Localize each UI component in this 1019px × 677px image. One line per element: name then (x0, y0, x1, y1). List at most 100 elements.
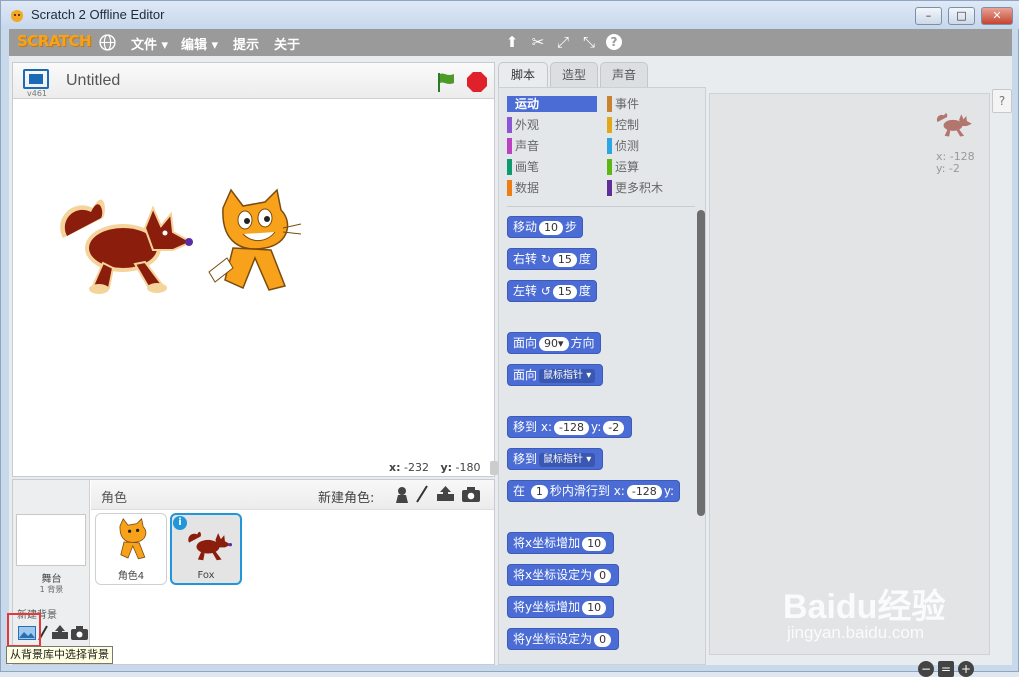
menu-edit[interactable]: 编辑 ▾ (181, 34, 218, 53)
block-goto-xy[interactable]: 移到 x: -128 y: -2 (507, 416, 633, 438)
scripts-area[interactable]: x: -128 y: -2 − = + (709, 93, 990, 677)
upload-sprite-icon[interactable] (436, 486, 455, 502)
block-move[interactable]: 移动 10 步 (507, 216, 584, 238)
cat-thumbnail (119, 518, 147, 560)
minimize-button[interactable]: – (915, 7, 942, 25)
category-1[interactable]: 事件 (607, 96, 639, 112)
project-title[interactable]: Untitled (66, 72, 120, 90)
maximize-button[interactable]: □ (948, 7, 975, 25)
block-turn-right[interactable]: 右转 ↻ 15 度 (507, 248, 597, 270)
duplicate-stamp-icon[interactable]: ⬆ (503, 33, 521, 51)
palette-scrollbar[interactable] (697, 210, 705, 516)
tab-costumes[interactable]: 造型 (550, 62, 598, 87)
x-value: -232 (404, 461, 429, 474)
sprites-header: 角色 新建角色: (91, 480, 494, 510)
category-color-swatch (507, 138, 512, 154)
paint-sprite-icon[interactable] (416, 485, 428, 503)
sprite-library-icon[interactable] (394, 486, 410, 503)
camera-backdrop-icon[interactable] (71, 626, 88, 640)
watermark-url: jingyan.baidu.com (787, 623, 925, 642)
close-button[interactable]: ✕ (981, 7, 1013, 25)
version-label: v461 (27, 89, 48, 98)
block-set-y[interactable]: 将y坐标设定为 0 (507, 628, 620, 650)
category-color-swatch (507, 117, 512, 133)
scratch-logo[interactable]: SCRATCH (17, 32, 92, 50)
cat-sprite[interactable] (203, 188, 303, 308)
grow-icon[interactable]: ⤢ (554, 33, 572, 51)
highlight-box (7, 613, 41, 647)
category-4[interactable]: 声音 (507, 138, 539, 154)
palette-divider (507, 206, 695, 207)
stop-sign-icon[interactable] (466, 71, 488, 93)
camera-sprite-icon[interactable] (462, 487, 480, 502)
category-label: 数据 (515, 181, 540, 195)
category-6[interactable]: 画笔 (507, 159, 539, 175)
block-goto[interactable]: 移到 鼠标指针 ▾ (507, 448, 604, 470)
sprite-y-readout: y: -2 (936, 162, 960, 175)
collapse-stage-arrow-icon[interactable] (490, 461, 498, 475)
block-point-direction[interactable]: 面向 90▾ 方向 (507, 332, 601, 354)
category-5[interactable]: 侦测 (607, 138, 639, 154)
menu-bar: SCRATCH 文件 ▾ 编辑 ▾ 提示 关于 ⬆ ✂ ⤢ ⤡ ? (9, 29, 1012, 56)
block-turn-left[interactable]: 左转 ↺ 15 度 (507, 280, 597, 302)
y-value: -180 (455, 461, 481, 474)
sprite-name: 角色4 (117, 571, 145, 582)
category-color-swatch (507, 180, 512, 196)
shrink-icon[interactable]: ⤡ (580, 33, 598, 51)
stage-header: v461 Untitled (13, 63, 494, 99)
category-color-swatch (607, 96, 612, 112)
fox-sprite[interactable] (53, 178, 193, 308)
block-set-x[interactable]: 将x坐标设定为 0 (507, 564, 620, 586)
category-label: 侦测 (615, 139, 640, 153)
language-globe-icon[interactable] (99, 34, 116, 51)
category-label: 声音 (515, 139, 540, 153)
help-tips-icon[interactable]: ? (992, 89, 1012, 113)
zoom-in-icon[interactable]: + (958, 661, 974, 677)
app-window: Scratch 2 Offline Editor – □ ✕ SCRATCH 文… (0, 0, 1019, 677)
block-palette: 运动 事件外观 控制声音 侦测画笔 运算数据 更多积木 移动 10 步 右转 ↻ 15 度 左转 … (498, 87, 706, 665)
block-change-x[interactable]: 将x坐标增加 10 (507, 532, 615, 554)
menu-about[interactable]: 关于 (274, 34, 300, 53)
sprites-title: 角色 (101, 491, 128, 506)
category-color-swatch (607, 117, 612, 133)
category-label: 运动 (515, 97, 540, 111)
help-icon[interactable]: ? (606, 34, 622, 50)
sprite-name: Fox (197, 570, 215, 581)
fullscreen-icon[interactable] (23, 69, 49, 89)
sprite-tile-fox[interactable]: i Fox (170, 513, 242, 585)
menu-tips[interactable]: 提示 (233, 34, 259, 53)
category-8[interactable]: 数据 (507, 180, 539, 196)
watermark-logo: Baidu经验 (783, 588, 946, 626)
new-sprite-label: 新建角色: (318, 491, 375, 506)
category-9[interactable]: 更多积木 (607, 180, 663, 196)
rotate-ccw-icon: ↺ (540, 284, 551, 298)
sprites-panel: 舞台 1 背景 新建背景 角色 新建角色: 角色4 i Fox (12, 479, 495, 665)
category-0[interactable]: 运动 (507, 96, 597, 112)
category-label: 画笔 (515, 160, 540, 174)
category-label: 外观 (515, 118, 540, 132)
category-7[interactable]: 运算 (607, 159, 639, 175)
block-point-towards[interactable]: 面向 鼠标指针 ▾ (507, 364, 604, 386)
zoom-reset-icon[interactable]: = (938, 661, 954, 677)
category-label: 更多积木 (615, 181, 664, 195)
green-flag-icon[interactable] (435, 71, 457, 93)
category-2[interactable]: 外观 (507, 117, 539, 133)
stage-label: 舞台 (41, 574, 62, 585)
tab-scripts[interactable]: 脚本 (498, 62, 548, 88)
block-glide[interactable]: 在 1 秒内滑行到 x: -128 y: (507, 480, 681, 502)
stage-thumbnail[interactable] (16, 514, 86, 566)
stage-mouse-coords: x: -232 y: -180 (389, 461, 481, 474)
zoom-out-icon[interactable]: − (918, 661, 934, 677)
menu-file[interactable]: 文件 ▾ (131, 34, 168, 53)
upload-backdrop-icon[interactable] (51, 625, 69, 640)
category-color-swatch (607, 138, 612, 154)
category-label: 控制 (615, 118, 640, 132)
block-change-y[interactable]: 将y坐标增加 10 (507, 596, 615, 618)
tab-sounds[interactable]: 声音 (600, 62, 648, 87)
category-3[interactable]: 控制 (607, 117, 639, 133)
y-label: y: (440, 461, 453, 474)
sprite-tile-cat[interactable]: 角色4 (95, 513, 167, 585)
cut-icon[interactable]: ✂ (529, 33, 547, 51)
category-color-swatch (507, 96, 512, 112)
category-label: 运算 (615, 160, 640, 174)
